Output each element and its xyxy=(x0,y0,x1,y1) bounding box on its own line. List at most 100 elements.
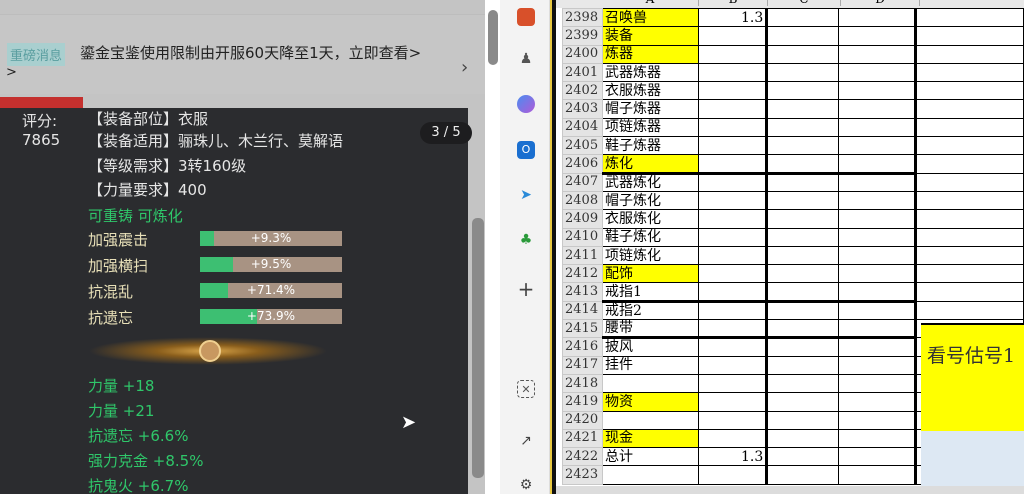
cell-b[interactable] xyxy=(698,99,769,119)
cell-b[interactable] xyxy=(698,209,769,229)
cell-a[interactable]: 武器炼化 xyxy=(601,172,700,192)
page-scrollbar-track[interactable] xyxy=(485,0,500,494)
cell-b[interactable]: 1.3 xyxy=(698,7,769,28)
cell-a[interactable]: 物资 xyxy=(601,392,700,412)
notice-banner[interactable]: 重磅消息 鎏金宝鉴使用限制由开服60天降至1天，立即查看> > › xyxy=(0,14,485,94)
cell-d[interactable] xyxy=(837,245,918,266)
cell-a[interactable] xyxy=(601,465,700,485)
cell-a[interactable]: 腰带 xyxy=(601,319,700,340)
cell-a[interactable]: 武器炼器 xyxy=(601,62,700,83)
cell-a[interactable]: 鞋子炼化 xyxy=(601,227,700,247)
cell-c[interactable] xyxy=(766,264,839,284)
cell-d[interactable] xyxy=(837,172,918,192)
row-header[interactable]: 2400 xyxy=(562,44,603,64)
cell-a[interactable]: 装备 xyxy=(601,26,700,46)
outlook-icon[interactable]: O xyxy=(517,141,535,159)
cell-e[interactable] xyxy=(915,26,1024,46)
cell-e[interactable] xyxy=(915,99,1024,119)
cell-b[interactable] xyxy=(698,300,769,321)
cell-a[interactable]: 帽子炼化 xyxy=(601,190,700,211)
row-header[interactable]: 2407 xyxy=(562,172,603,192)
row-header[interactable]: 2420 xyxy=(562,410,603,430)
cell-e[interactable] xyxy=(915,282,1024,302)
row-header[interactable]: 2421 xyxy=(562,428,603,449)
cell-b[interactable] xyxy=(698,227,769,247)
column-header[interactable]: D xyxy=(841,0,920,6)
cell-e[interactable] xyxy=(915,227,1024,247)
cell-e[interactable] xyxy=(915,190,1024,211)
cell-e[interactable] xyxy=(915,117,1024,138)
row-header[interactable]: 2405 xyxy=(562,136,603,156)
cell-e[interactable] xyxy=(915,245,1024,266)
cell-b[interactable] xyxy=(698,44,769,64)
telegram-icon[interactable]: ➤ xyxy=(517,186,535,204)
row-header[interactable]: 2401 xyxy=(562,62,603,83)
cell-e[interactable] xyxy=(915,209,1024,229)
cell-a[interactable]: 戒指2 xyxy=(601,300,700,321)
cell-b[interactable] xyxy=(698,319,769,340)
cell-d[interactable] xyxy=(837,26,918,46)
cell-a[interactable]: 炼器 xyxy=(601,44,700,64)
cell-d[interactable] xyxy=(837,44,918,64)
cell-e[interactable] xyxy=(915,300,1024,321)
external-link-icon[interactable]: ↗ xyxy=(517,432,535,450)
cell-c[interactable] xyxy=(766,154,839,175)
cell-d[interactable] xyxy=(837,81,918,101)
cell-c[interactable] xyxy=(766,190,839,211)
screenshot-icon[interactable]: ✕ xyxy=(517,380,535,398)
cell-d[interactable] xyxy=(837,392,918,412)
cell-c[interactable] xyxy=(766,319,839,340)
row-header[interactable]: 2422 xyxy=(562,447,603,467)
row-header[interactable]: 2414 xyxy=(562,300,603,321)
cell-a[interactable]: 挂件 xyxy=(601,355,700,375)
cell-a[interactable]: 炼化 xyxy=(601,154,700,175)
cell-e[interactable] xyxy=(915,7,1024,28)
cell-b[interactable] xyxy=(698,355,769,375)
add-icon[interactable]: + xyxy=(517,279,535,299)
cell-b[interactable] xyxy=(698,428,769,449)
sheet-tabs-bar[interactable] xyxy=(556,486,1024,494)
cell-d[interactable] xyxy=(837,227,918,247)
cell-a[interactable] xyxy=(601,410,700,430)
cell-b[interactable] xyxy=(698,190,769,211)
cell-b[interactable]: 1.3 xyxy=(698,447,769,467)
cell-c[interactable] xyxy=(766,7,839,28)
cell-c[interactable] xyxy=(766,428,839,449)
row-header[interactable]: 2398 xyxy=(562,7,603,28)
cell-b[interactable] xyxy=(698,154,769,175)
cell-d[interactable] xyxy=(837,319,918,340)
cell-a[interactable]: 披风 xyxy=(601,337,700,357)
row-header[interactable]: 2408 xyxy=(562,190,603,211)
cell-d[interactable] xyxy=(837,337,918,357)
tooltip-scrollbar[interactable] xyxy=(472,218,484,478)
cell-d[interactable] xyxy=(837,300,918,321)
row-header[interactable]: 2404 xyxy=(562,117,603,138)
cell-c[interactable] xyxy=(766,282,839,303)
cell-a[interactable]: 帽子炼器 xyxy=(601,99,700,119)
cell-b[interactable] xyxy=(698,392,769,412)
cell-b[interactable] xyxy=(698,62,769,83)
cell-a[interactable] xyxy=(601,373,700,394)
row-header[interactable]: 2403 xyxy=(562,99,603,119)
cell-c[interactable] xyxy=(766,373,839,394)
cell-c[interactable] xyxy=(766,136,839,156)
cell-b[interactable] xyxy=(698,81,769,101)
cell-a[interactable]: 戒指1 xyxy=(601,282,700,303)
tree-icon[interactable]: ♣ xyxy=(517,231,535,249)
cell-e[interactable] xyxy=(915,172,1024,192)
cell-d[interactable] xyxy=(837,465,918,485)
cell-d[interactable] xyxy=(837,373,918,394)
cell-d[interactable] xyxy=(837,428,918,449)
cell-c[interactable] xyxy=(766,117,839,138)
row-header[interactable]: 2413 xyxy=(562,282,603,302)
row-header[interactable]: 2406 xyxy=(562,154,603,174)
copilot-icon[interactable] xyxy=(517,95,535,113)
toolbox-icon[interactable] xyxy=(517,8,535,26)
cell-a[interactable]: 总计 xyxy=(601,447,700,467)
cell-c[interactable] xyxy=(766,227,839,247)
row-header[interactable]: 2410 xyxy=(562,227,603,247)
column-header[interactable]: C xyxy=(768,0,841,6)
cell-d[interactable] xyxy=(837,190,918,211)
blue-cell[interactable] xyxy=(921,431,1024,486)
cell-c[interactable] xyxy=(766,209,839,229)
